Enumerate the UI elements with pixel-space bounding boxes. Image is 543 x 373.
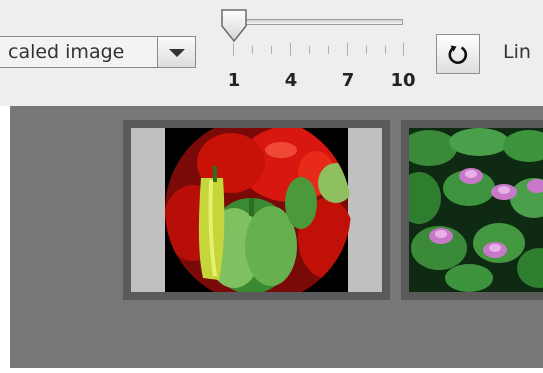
app-window: caled image 1 4 7 10 Lin xyxy=(0,0,543,373)
thumbnail-matte xyxy=(409,128,543,292)
slider-tick-label: 1 xyxy=(227,70,241,91)
slider-tick xyxy=(403,43,404,56)
chevron-down-icon xyxy=(169,49,185,57)
slider-tick-label: 7 xyxy=(341,70,355,91)
water-lilies-image xyxy=(409,128,543,292)
peppers-image xyxy=(165,128,351,292)
slider-tick-label: 4 xyxy=(284,70,298,91)
thumbnail-peppers[interactable] xyxy=(123,120,390,300)
thumbnail-matte xyxy=(131,128,382,292)
slider-tick xyxy=(233,43,234,56)
slider-tick xyxy=(347,43,348,56)
scale-mode-combo-value[interactable]: caled image xyxy=(0,36,157,68)
scale-mode-combo[interactable]: caled image xyxy=(0,36,196,70)
slider-tick xyxy=(290,43,291,56)
slider-tick-label: 10 xyxy=(390,70,416,91)
link-label: Lin xyxy=(503,41,531,63)
zoom-slider-thumb[interactable] xyxy=(219,8,249,44)
slider-tick xyxy=(271,46,272,54)
slider-tick xyxy=(385,46,386,54)
refresh-icon xyxy=(448,45,468,64)
thumbnail-water-lilies[interactable] xyxy=(401,120,543,300)
slider-tick xyxy=(366,46,367,54)
slider-tick xyxy=(328,46,329,54)
combo-dropdown-button[interactable] xyxy=(157,36,196,68)
refresh-button[interactable] xyxy=(436,34,480,74)
toolbar: caled image 1 4 7 10 Lin xyxy=(0,0,543,106)
slider-tick xyxy=(252,46,253,54)
slider-tick xyxy=(309,46,310,54)
zoom-slider-track[interactable] xyxy=(233,19,403,25)
